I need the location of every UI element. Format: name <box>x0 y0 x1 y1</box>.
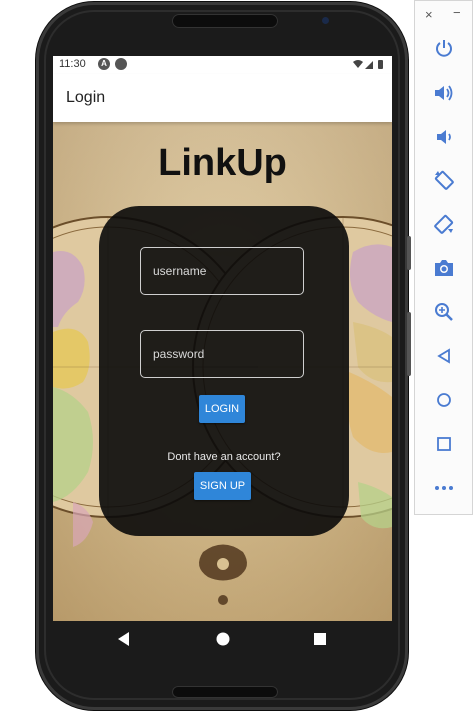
emulator-window: 11:30 A Login LinkUp username LOGIN Dont… <box>0 0 475 719</box>
status-bar: 11:30 A <box>53 56 392 74</box>
bottom-speaker <box>172 686 278 698</box>
front-camera <box>322 17 329 24</box>
sync-notification-icon <box>115 58 127 70</box>
back-icon[interactable] <box>429 341 459 371</box>
zoom-icon[interactable] <box>429 297 459 327</box>
back-triangle-icon[interactable] <box>118 632 129 646</box>
minimize-icon[interactable]: − <box>453 5 461 20</box>
username-field[interactable] <box>140 247 304 295</box>
device-screen: 11:30 A Login LinkUp username LOGIN Dont… <box>53 56 392 621</box>
recents-square-icon[interactable] <box>314 633 326 645</box>
device-side-button[interactable] <box>407 312 411 376</box>
emulator-toolbar: × − <box>414 0 473 515</box>
close-icon[interactable]: × <box>425 7 433 22</box>
volume-up-icon[interactable] <box>429 78 459 108</box>
device-side-button[interactable] <box>407 236 411 270</box>
signal-icon <box>365 61 373 69</box>
status-time: 11:30 <box>59 58 86 70</box>
page-title: Login <box>66 89 106 106</box>
login-button[interactable]: LOGIN <box>199 395 245 423</box>
signup-button[interactable]: SIGN UP <box>194 472 251 500</box>
status-icons <box>352 59 386 70</box>
volume-down-icon[interactable] <box>429 122 459 152</box>
login-card: LOGIN Dont have an account? SIGN UP <box>99 206 349 536</box>
more-icon[interactable] <box>429 473 459 503</box>
power-icon[interactable] <box>429 33 459 63</box>
app-name-heading: LinkUp <box>158 142 287 184</box>
home-icon[interactable] <box>429 385 459 415</box>
camera-icon[interactable] <box>429 253 459 283</box>
battery-icon <box>378 60 383 69</box>
overview-icon[interactable] <box>429 429 459 459</box>
earpiece-speaker <box>172 14 278 28</box>
app-bar: Login <box>53 74 392 122</box>
password-field[interactable] <box>140 330 304 378</box>
rotate-left-icon[interactable] <box>429 165 459 195</box>
login-screen: LinkUp LOGIN Dont have an account? SIGN … <box>53 122 392 621</box>
wifi-icon <box>353 60 363 68</box>
navigation-bar <box>118 632 326 646</box>
rotate-right-icon[interactable] <box>429 209 459 239</box>
no-account-text: Dont have an account? <box>167 451 281 463</box>
a-notification-icon: A <box>98 58 110 70</box>
home-circle-icon[interactable] <box>216 632 230 646</box>
